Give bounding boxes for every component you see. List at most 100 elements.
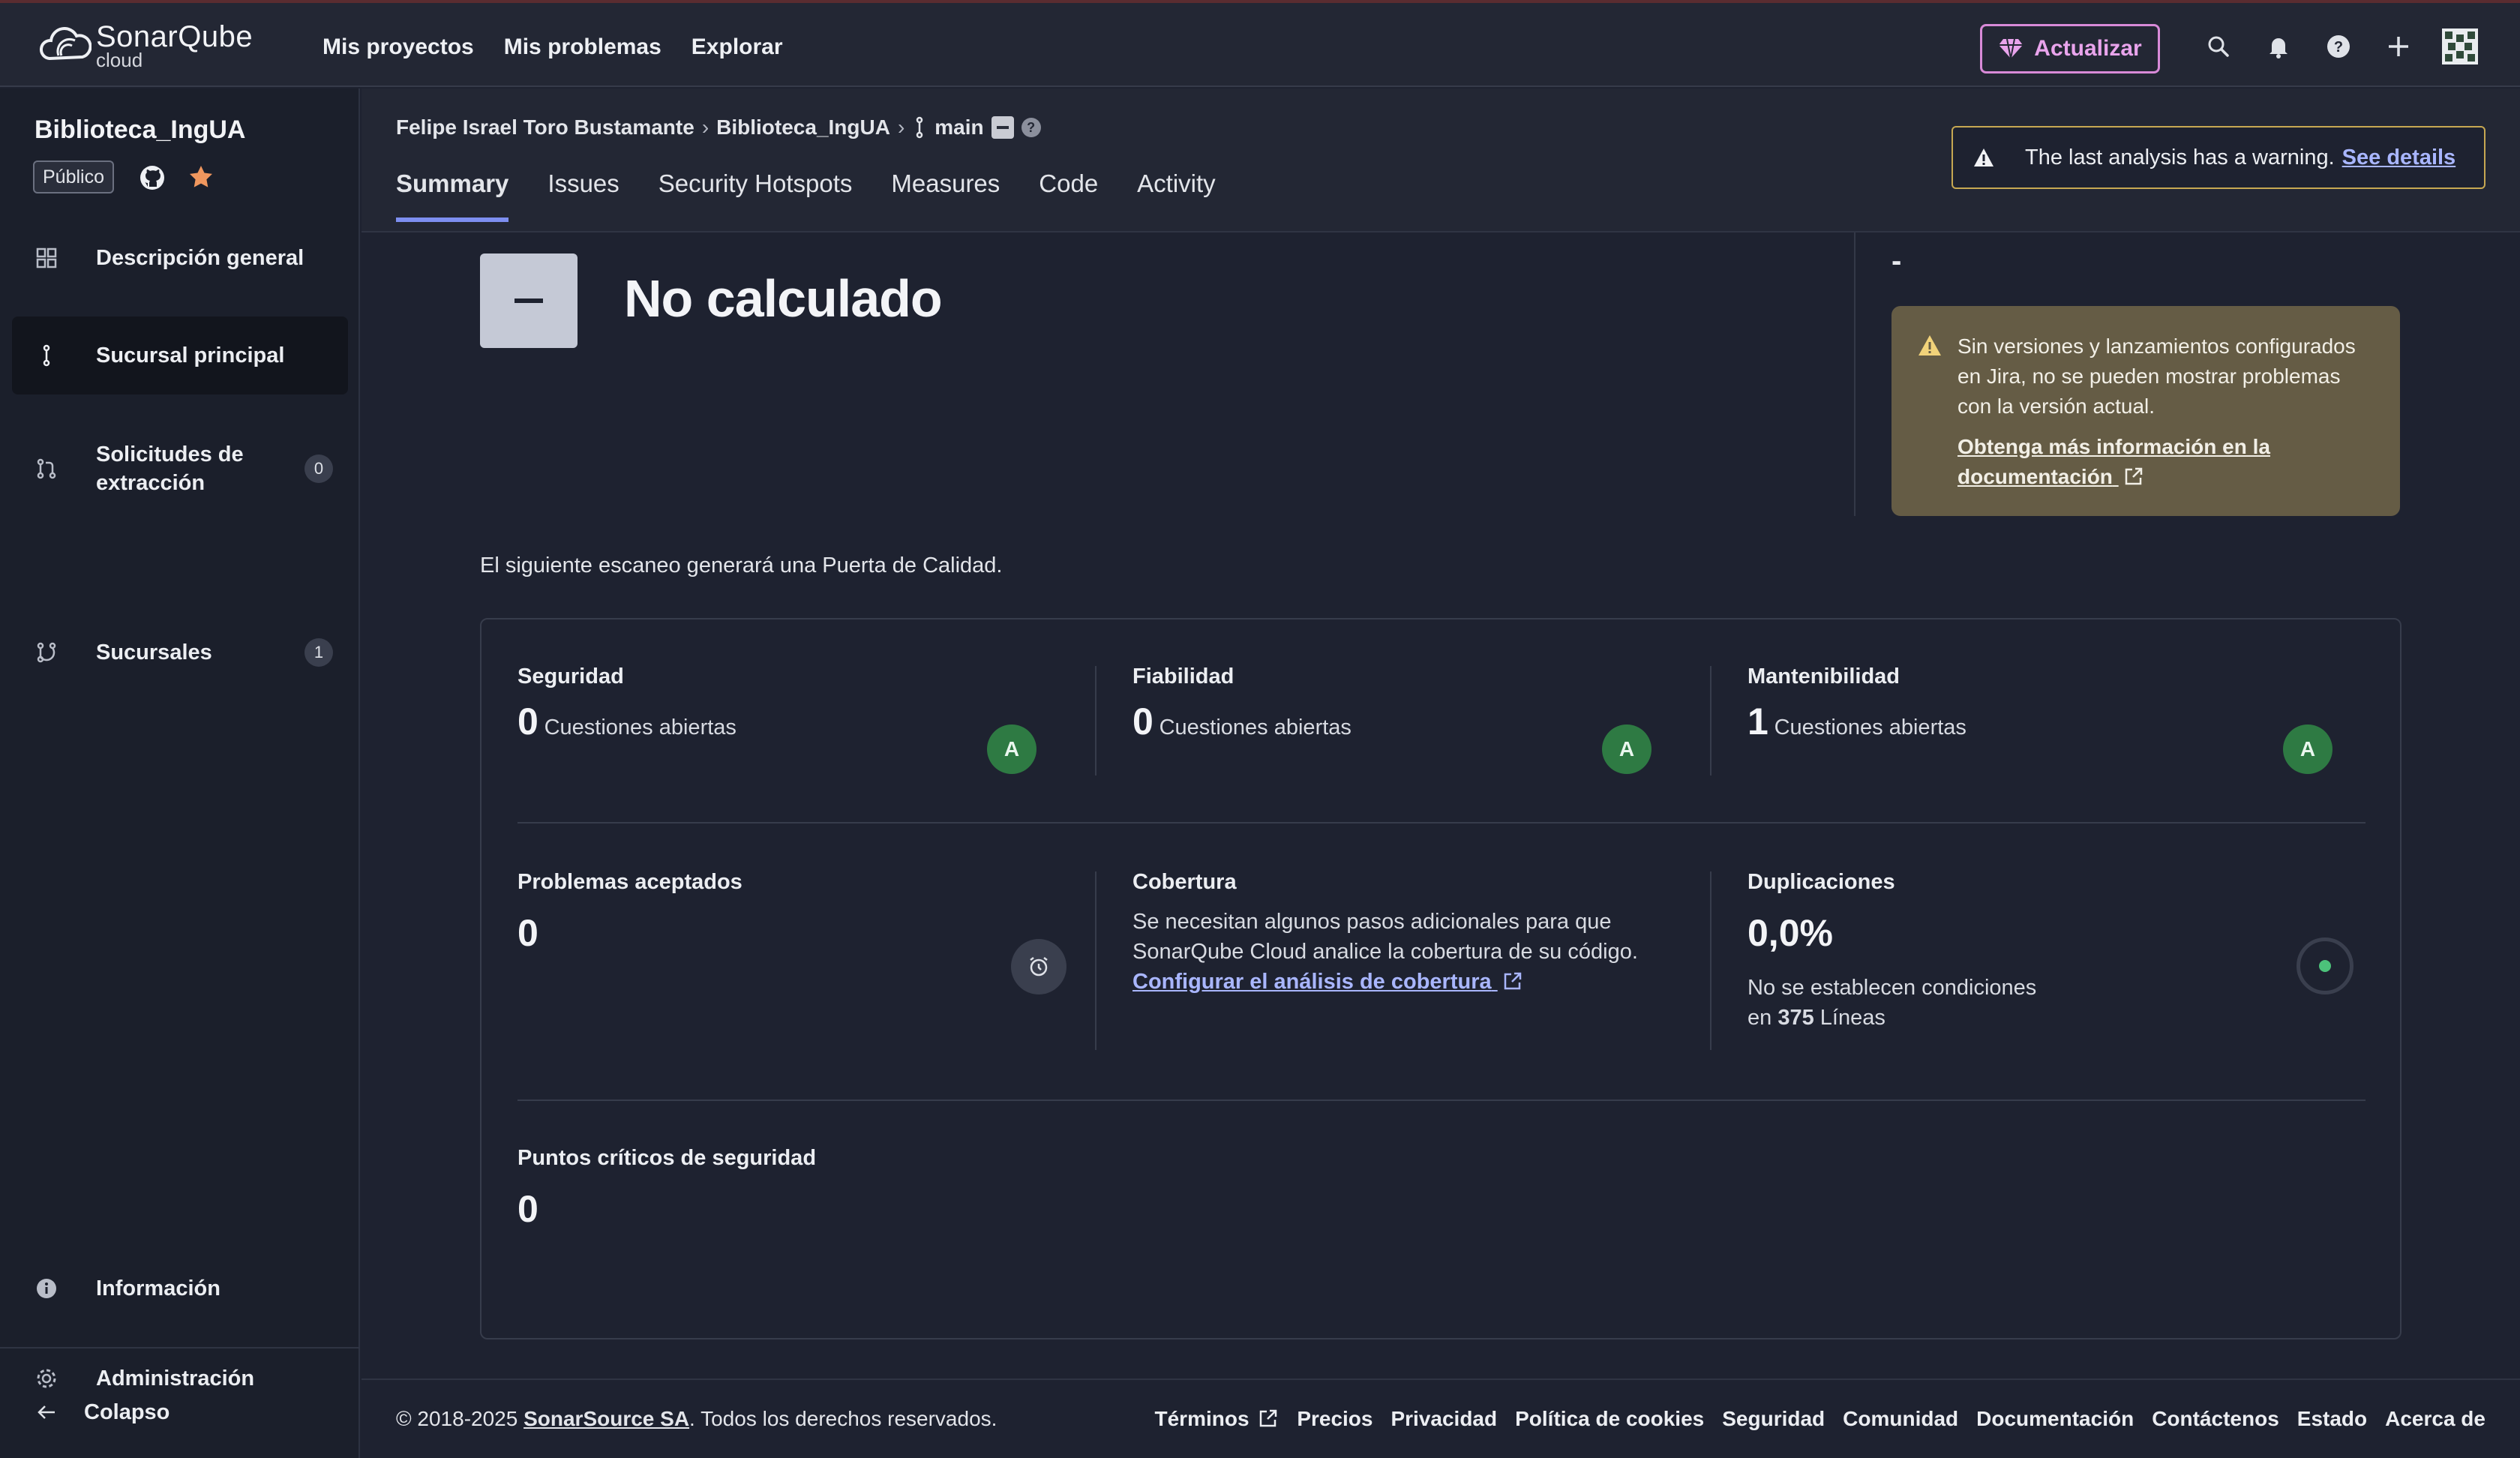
footer-link-security[interactable]: Seguridad (1722, 1407, 1825, 1431)
bell-icon[interactable] (2265, 33, 2292, 60)
footer-link-pricing[interactable]: Precios (1297, 1407, 1372, 1431)
metrics-card: Seguridad 0 Cuestiones abiertas A Fiabil… (480, 618, 2402, 1340)
breadcrumb-project[interactable]: Biblioteca_IngUA (716, 116, 890, 140)
star-icon[interactable] (188, 164, 214, 190)
metric-maintainability[interactable]: Mantenibilidad 1 Cuestiones abiertas (1748, 664, 1966, 743)
sidebar-item-pull-requests[interactable]: Solicitudes de extracción 0 (12, 420, 348, 518)
sidebar-item-main-branch[interactable]: Sucursal principal (12, 316, 348, 394)
duplications-note-line2: en 375 Líneas (1748, 1003, 2036, 1033)
metric-value: 1 (1748, 700, 1768, 742)
branch-icon (33, 342, 60, 369)
sidebar-item-label: Sucursales (96, 640, 212, 664)
coverage-setup-link-label: Configurar el análisis de cobertura (1132, 970, 1492, 994)
accepted-issues-icon (1011, 939, 1066, 994)
quality-gate-status-icon (480, 254, 578, 348)
metric-title: Problemas aceptados (518, 870, 742, 894)
help-icon[interactable]: ? (1021, 118, 1041, 137)
warning-icon (1974, 148, 1994, 166)
tab-security-hotspots[interactable]: Security Hotspots (658, 170, 853, 222)
jira-docs-link[interactable]: Obtenga más información en la documentac… (1958, 432, 2370, 492)
metric-coverage: Cobertura Se necesitan algunos pasos adi… (1132, 870, 1672, 994)
search-icon[interactable] (2205, 33, 2232, 60)
duplications-note-line1: No se establecen condiciones (1748, 976, 2037, 1000)
sidebar-item-information[interactable]: Información (12, 1254, 348, 1323)
external-link-icon (2125, 467, 2142, 485)
github-icon[interactable] (138, 164, 166, 192)
duplications-lines-count: 375 (1778, 1006, 1814, 1030)
row-divider (518, 1100, 2366, 1101)
tab-summary[interactable]: Summary (396, 170, 509, 222)
metric-title: Cobertura (1132, 870, 1237, 894)
metric-title: Duplicaciones (1748, 870, 1895, 894)
project-name[interactable]: Biblioteca_IngUA (34, 116, 245, 145)
main-nav: Mis proyectos Mis problemas Explorar (322, 34, 783, 60)
jira-docs-link-label: Obtenga más información en la documentac… (1958, 435, 2270, 488)
info-icon (33, 1275, 60, 1302)
nav-my-projects[interactable]: Mis proyectos (322, 34, 474, 60)
chevron-right-icon: › (897, 116, 905, 139)
metric-title: Mantenibilidad (1748, 664, 1900, 688)
warning-icon (1918, 335, 1941, 356)
coverage-setup-link[interactable]: Configurar el análisis de cobertura (1132, 970, 1672, 994)
tab-code[interactable]: Code (1039, 170, 1098, 222)
copyright-suffix: . Todos los derechos reservados. (689, 1407, 998, 1430)
metric-security-hotspots[interactable]: Puntos críticos de seguridad 0 (518, 1146, 816, 1231)
maintainability-grade-badge: A (2283, 724, 2332, 774)
metric-security[interactable]: Seguridad 0 Cuestiones abiertas (518, 664, 736, 743)
tab-measures[interactable]: Measures (891, 170, 1000, 222)
metric-reliability[interactable]: Fiabilidad 0 Cuestiones abiertas (1132, 664, 1352, 743)
metric-accepted-issues[interactable]: Problemas aceptados 0 (518, 870, 742, 955)
sonarqube-logo[interactable]: SonarQube cloud (39, 21, 253, 70)
footer-link-contact[interactable]: Contáctenos (2152, 1407, 2279, 1431)
warning-text: The last analysis has a warning. (2025, 145, 2335, 170)
footer-link-cookies[interactable]: Política de cookies (1515, 1407, 1704, 1431)
branches-icon (33, 639, 60, 666)
sidebar-item-label: Sucursal principal (96, 344, 285, 368)
breadcrumb-branch[interactable]: main (934, 116, 983, 140)
footer-link-terms[interactable]: Términos (1155, 1407, 1280, 1431)
external-link-icon (1260, 1409, 1277, 1427)
jira-notice: Sin versiones y lanzamientos configurado… (1892, 306, 2400, 516)
analysis-warning-banner: The last analysis has a warning. See det… (1952, 126, 2486, 189)
metric-value: 0,0% (1748, 912, 1833, 954)
column-divider (1854, 232, 1856, 516)
breadcrumb: Felipe Israel Toro Bustamante › Bibliote… (396, 116, 1041, 140)
metric-subtitle: Cuestiones abiertas (1774, 716, 1966, 740)
company-link[interactable]: SonarSource SA (524, 1407, 689, 1430)
nav-my-issues[interactable]: Mis problemas (504, 34, 662, 60)
metric-title: Fiabilidad (1132, 664, 1234, 688)
pull-requests-count: 0 (304, 454, 333, 483)
jira-notice-text: Sin versiones y lanzamientos configurado… (1958, 334, 2356, 418)
footer-link-docs[interactable]: Documentación (1976, 1407, 2134, 1431)
sidebar-item-label: Descripción general (96, 246, 304, 270)
footer-link-about[interactable]: Acerca de (2385, 1407, 2486, 1431)
breadcrumb-owner[interactable]: Felipe Israel Toro Bustamante (396, 116, 694, 140)
metric-subtitle: Cuestiones abiertas (1159, 716, 1352, 740)
nav-explore[interactable]: Explorar (692, 34, 783, 60)
column-divider (1710, 666, 1712, 776)
sidebar-item-branches[interactable]: Sucursales 1 (12, 618, 348, 687)
footer-links: Términos Precios Privacidad Política de … (1155, 1407, 2486, 1431)
see-details-link[interactable]: See details (2342, 146, 2456, 170)
sidebar-item-overview[interactable]: Descripción general (12, 220, 348, 296)
metric-value: 0 (518, 912, 538, 954)
collapse-label: Colapso (84, 1400, 170, 1424)
tab-issues[interactable]: Issues (548, 170, 619, 222)
avatar[interactable] (2442, 28, 2478, 64)
help-icon[interactable]: ? (2325, 33, 2352, 60)
footer-link-community[interactable]: Comunidad (1843, 1407, 1958, 1431)
coverage-text: Se necesitan algunos pasos adicionales p… (1132, 910, 1638, 964)
tab-activity[interactable]: Activity (1137, 170, 1216, 222)
duplications-note-suffix: Líneas (1820, 1006, 1886, 1030)
collapse-button[interactable]: Colapso (12, 1364, 348, 1458)
footer-link-status[interactable]: Estado (2297, 1407, 2367, 1431)
status-dot (2319, 960, 2331, 972)
footer-link-privacy[interactable]: Privacidad (1390, 1407, 1497, 1431)
column-divider (1710, 872, 1712, 1050)
metric-duplications[interactable]: Duplicaciones 0,0% No se establecen cond… (1748, 870, 2036, 1033)
svg-text:?: ? (2334, 39, 2343, 56)
upgrade-button[interactable]: Actualizar (1980, 24, 2160, 74)
copyright: © 2018-2025 SonarSource SA. Todos los de… (396, 1407, 997, 1431)
plus-icon[interactable] (2385, 33, 2412, 60)
logo-name: SonarQube (96, 20, 254, 53)
